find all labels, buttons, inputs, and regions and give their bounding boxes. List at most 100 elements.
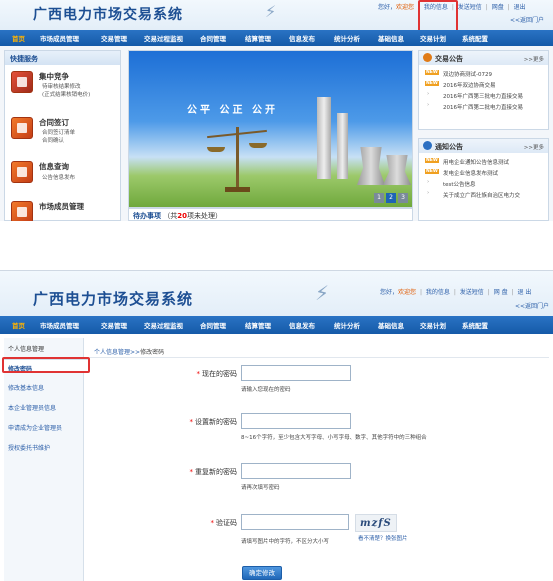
- list-item[interactable]: NEW 发电企业信息发布测试: [419, 167, 548, 178]
- sidebar-item-edit-basic-info[interactable]: 修改基本信息: [8, 383, 86, 392]
- logout-link[interactable]: 退出: [514, 4, 526, 11]
- bidding-icon: [11, 71, 33, 93]
- breadcrumb: 个人信息管理>>修改密码: [94, 349, 165, 356]
- nav-members[interactable]: 市场成员管理: [40, 33, 79, 43]
- nav-basic[interactable]: 基础信息: [378, 33, 404, 43]
- notifications-more-link[interactable]: >>更多: [524, 143, 544, 151]
- captcha-image[interactable]: mzfS: [355, 514, 397, 532]
- logout-link[interactable]: 退 出: [517, 289, 531, 296]
- new-password-hint: 8~16个字符，至少包含大写字母、小写字母、数字、其他字符中的三种组合: [241, 435, 427, 441]
- sidebar-item-authorization[interactable]: 授权委托书维护: [8, 443, 86, 452]
- new-badge: NEW: [425, 158, 439, 163]
- captcha-hint: 请填写图片中的字符，不区分大小写: [241, 539, 330, 545]
- nav-stats[interactable]: 统计分析: [334, 320, 360, 330]
- user-name[interactable]: 欢迎您: [398, 289, 416, 296]
- nav-trade[interactable]: 交易管理: [101, 33, 127, 43]
- sidebar: 个人信息管理 修改密码 修改基本信息 本企业管理员信息 申请成为企业管理员 授权…: [4, 338, 88, 581]
- todo-bar[interactable]: 待办事项 （共20项未处理）: [128, 208, 413, 221]
- power-pylon-icon: ⚡: [265, 2, 277, 21]
- my-info-link[interactable]: 我的信息: [426, 289, 450, 296]
- nav-settlement[interactable]: 结算管理: [245, 320, 271, 330]
- notifications-title: 通知公告: [435, 143, 463, 151]
- nav-config[interactable]: 系统配置: [462, 320, 488, 330]
- sidebar-item-personal-info[interactable]: 个人信息管理: [8, 344, 86, 353]
- power-pylon-icon: ⚡: [315, 281, 330, 305]
- nav-plan[interactable]: 交易计划: [420, 33, 446, 43]
- netdisk-link[interactable]: 网 盘: [494, 289, 508, 296]
- list-item[interactable]: › 2016年广西第三批电力直接交易: [419, 90, 548, 101]
- qs-info-query[interactable]: 信息查询 公告信息发布: [11, 161, 121, 191]
- new-badge: NEW: [425, 70, 439, 75]
- captcha-input[interactable]: [241, 514, 349, 530]
- back-to-portal-link[interactable]: <<返回门户: [510, 15, 544, 24]
- chimney-graphic: [337, 113, 348, 179]
- banner-carousel: 公平 公正 公开 1 2 3: [128, 50, 413, 208]
- repeat-password-label: * 重复新的密码: [189, 468, 238, 476]
- info-query-icon: [11, 161, 33, 183]
- repeat-password-input[interactable]: [241, 463, 351, 479]
- nav-stats[interactable]: 统计分析: [334, 33, 360, 43]
- list-item[interactable]: NEW 双边协商测试-0729: [419, 68, 548, 79]
- divider: [90, 357, 549, 358]
- nav-home[interactable]: 首页: [12, 320, 25, 330]
- current-password-input[interactable]: [241, 365, 351, 381]
- trade-notices-more-link[interactable]: >>更多: [524, 55, 544, 63]
- list-item[interactable]: › test公告信息: [419, 178, 548, 189]
- chimney-graphic: [317, 97, 331, 179]
- refresh-captcha-link[interactable]: 看不清楚？换张图片: [358, 534, 408, 542]
- main-nav: 首页 市场成员管理 交易管理 交易过程监视 合同管理 结算管理 信息发布 统计分…: [0, 30, 553, 46]
- breadcrumb-parent[interactable]: 个人信息管理: [94, 349, 130, 356]
- scales-of-justice-graphic: [207, 127, 267, 197]
- qs-contract-signing[interactable]: 合同签订 合同签订清单 合同确认: [11, 117, 121, 153]
- nav-trade[interactable]: 交易管理: [101, 320, 127, 330]
- nav-members[interactable]: 市场成员管理: [40, 320, 79, 330]
- header: 广西电力市场交易系统 ⚡ 您好，欢迎您 | 我的信息 | 发送短信 | 网盘 |…: [0, 0, 553, 30]
- current-password-hint: 请输入您现在的密码: [241, 387, 291, 393]
- nav-home[interactable]: 首页: [12, 33, 25, 43]
- confirm-change-button[interactable]: 确定修改: [242, 566, 282, 580]
- nav-plan[interactable]: 交易计划: [420, 320, 446, 330]
- nav-publish[interactable]: 信息发布: [289, 320, 315, 330]
- main-nav: 首页 市场成员管理 交易管理 交易过程监视 合同管理 结算管理 信息发布 统计分…: [0, 316, 553, 334]
- carousel-pager: 1 2 3: [374, 193, 408, 203]
- change-password-screenshot: 广西电力市场交易系统 ⚡ 您好，欢迎您 | 我的信息 | 发送短信 | 网 盘 …: [0, 270, 553, 581]
- repeat-password-hint: 请再次填写密码: [241, 485, 280, 491]
- sidebar-item-apply-admin[interactable]: 申请成为企业管理员: [8, 423, 86, 432]
- qs-centralized-bidding[interactable]: 集中竞争 待审核结果修改 (正式结果核销电价): [11, 71, 121, 111]
- nav-monitor[interactable]: 交易过程监视: [144, 33, 183, 43]
- carousel-page-3[interactable]: 3: [398, 193, 408, 203]
- highlight-change-password: [2, 357, 90, 373]
- todo-count: 20: [177, 212, 187, 220]
- nav-contract[interactable]: 合同管理: [200, 33, 226, 43]
- list-item[interactable]: › 关于成立广西壮族自治区电力交: [419, 189, 548, 200]
- nav-config[interactable]: 系统配置: [462, 33, 488, 43]
- contract-icon: [11, 117, 33, 139]
- list-item[interactable]: › 2016年广西第二批电力直接交易: [419, 101, 548, 112]
- cooling-tower-graphic: [383, 155, 411, 185]
- quick-services-title: 快捷服务: [5, 51, 120, 65]
- qs-member-management[interactable]: 市场成员管理: [11, 201, 121, 221]
- netdisk-link[interactable]: 网盘: [492, 4, 504, 11]
- quick-services-panel: 快捷服务 集中竞争 待审核结果修改 (正式结果核销电价) 合同签订 合同签订清单…: [4, 50, 121, 221]
- nav-publish[interactable]: 信息发布: [289, 33, 315, 43]
- breadcrumb-current: 修改密码: [140, 349, 165, 356]
- nav-basic[interactable]: 基础信息: [378, 320, 404, 330]
- new-password-input[interactable]: [241, 413, 351, 429]
- list-item[interactable]: NEW 用电企业通知公告信息测试: [419, 156, 548, 167]
- nav-contract[interactable]: 合同管理: [200, 320, 226, 330]
- nav-settlement[interactable]: 结算管理: [245, 33, 271, 43]
- new-password-label: * 设置新的密码: [189, 418, 238, 426]
- nav-monitor[interactable]: 交易过程监视: [144, 320, 183, 330]
- carousel-page-2[interactable]: 2: [386, 193, 396, 203]
- trade-notice-icon: [423, 53, 432, 62]
- list-item[interactable]: NEW 2016年双边协商交易: [419, 79, 548, 90]
- send-sms-link[interactable]: 发送短信: [458, 4, 482, 11]
- header: 广西电力市场交易系统 ⚡ 您好，欢迎您 | 我的信息 | 发送短信 | 网 盘 …: [0, 271, 553, 316]
- send-sms-link[interactable]: 发送短信: [460, 289, 484, 296]
- carousel-page-1[interactable]: 1: [374, 193, 384, 203]
- user-name[interactable]: 欢迎您: [396, 4, 414, 11]
- back-to-portal-link[interactable]: <<返回门户: [515, 301, 549, 310]
- sidebar-item-company-admin-info[interactable]: 本企业管理员信息: [8, 403, 86, 412]
- cooling-tower-graphic: [357, 147, 385, 185]
- top-links: 您好，欢迎您 | 我的信息 | 发送短信 | 网 盘 | 退 出: [380, 289, 532, 296]
